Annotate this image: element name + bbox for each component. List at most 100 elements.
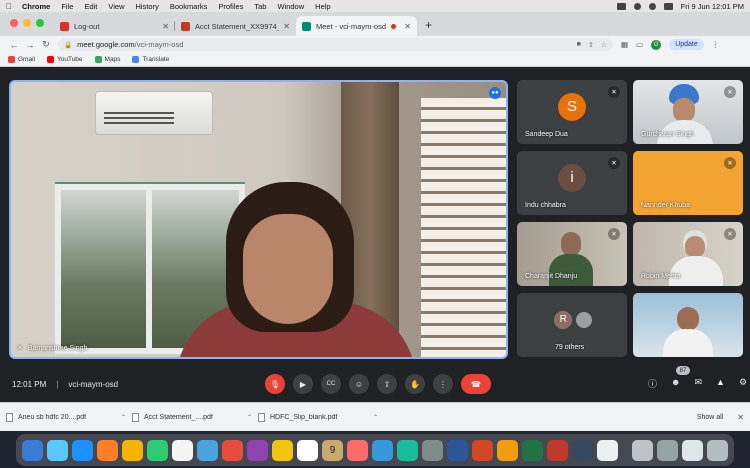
bookmark-youtube[interactable]: YouTube bbox=[46, 56, 83, 63]
menu-bookmarks[interactable]: Bookmarks bbox=[170, 2, 208, 11]
participant-tile[interactable]: ✕ Robin Mehta bbox=[633, 222, 743, 286]
tab-acct-statement[interactable]: Acct Statement_XX9974_0606 ✕ bbox=[175, 16, 296, 36]
dock-app-icon[interactable] bbox=[247, 439, 268, 461]
menu-window[interactable]: Window bbox=[277, 2, 304, 11]
dock-app-icon[interactable] bbox=[597, 439, 618, 461]
emoji-reaction-button[interactable]: ☺ bbox=[349, 374, 369, 394]
more-options-button[interactable]: ⋮ bbox=[433, 374, 453, 394]
dock-app-icon[interactable] bbox=[572, 439, 593, 461]
chevron-up-icon[interactable]: ⌃ bbox=[373, 414, 378, 421]
spotlight-icon[interactable] bbox=[648, 2, 656, 10]
menu-view[interactable]: View bbox=[108, 2, 124, 11]
download-item[interactable]: Acct Statement_....pdf ⌃ bbox=[132, 412, 258, 422]
dock-app-icon[interactable] bbox=[197, 439, 218, 461]
mic-toggle-button[interactable]: 🎙 bbox=[265, 374, 285, 394]
host-controls-icon[interactable]: ⚙ bbox=[739, 377, 747, 390]
bookmark-translate[interactable]: Translate bbox=[132, 56, 169, 63]
control-center-icon[interactable] bbox=[663, 2, 673, 10]
minimize-window-button[interactable] bbox=[23, 19, 31, 27]
dock-app-icon[interactable] bbox=[272, 439, 293, 461]
chrome-menu-icon[interactable]: ⋮ bbox=[712, 40, 720, 49]
captions-button[interactable]: CC bbox=[321, 374, 341, 394]
dock-app-icon[interactable] bbox=[547, 439, 568, 461]
dock-app-icon[interactable] bbox=[147, 439, 168, 461]
close-tab-icon[interactable]: ✕ bbox=[162, 22, 169, 31]
maximize-window-button[interactable] bbox=[36, 19, 44, 27]
dock-app-icon[interactable] bbox=[72, 439, 93, 461]
leave-call-button[interactable]: ☎ bbox=[461, 374, 491, 394]
participant-tile[interactable]: ✕ Charanjit Dhanju bbox=[517, 222, 627, 286]
participant-tile-others[interactable]: R 79 others bbox=[517, 293, 627, 357]
dock-app-icon[interactable] bbox=[122, 439, 143, 461]
wifi-icon[interactable] bbox=[633, 2, 641, 10]
dock-app-icon[interactable] bbox=[372, 439, 393, 461]
participant-tile[interactable]: S ✕ Sandeep Dua bbox=[517, 80, 627, 144]
participant-tile[interactable]: ✕ Gurcharan Singh bbox=[633, 80, 743, 144]
dock-app-icon[interactable] bbox=[222, 439, 243, 461]
forward-icon[interactable]: → bbox=[22, 40, 38, 50]
close-tab-icon[interactable]: ✕ bbox=[404, 22, 411, 31]
share-icon[interactable]: ⇧ bbox=[588, 41, 594, 49]
main-video-tile[interactable]: ●● ✕ Bamanshree Singh bbox=[9, 80, 508, 359]
lock-icon[interactable]: 🔒 bbox=[64, 41, 72, 49]
close-window-button[interactable] bbox=[10, 19, 18, 27]
menu-profiles[interactable]: Profiles bbox=[218, 2, 243, 11]
bookmark-maps[interactable]: Maps bbox=[94, 56, 120, 63]
dock-app-icon[interactable] bbox=[22, 439, 43, 461]
raise-hand-button[interactable]: ✋ bbox=[405, 374, 425, 394]
dock-app-icon[interactable] bbox=[47, 439, 68, 461]
address-bar[interactable]: 🔒 meet.google.com/vci-maym-osd ■ ⇧ ☆ bbox=[58, 38, 613, 51]
dock-app-icon[interactable] bbox=[707, 439, 728, 461]
meeting-code[interactable]: vci-maym-osd bbox=[68, 380, 118, 389]
participant-tile[interactable]: i ✕ Indu chhabra bbox=[517, 151, 627, 215]
dock-app-icon[interactable] bbox=[472, 439, 493, 461]
dock-app-icon[interactable] bbox=[297, 439, 318, 461]
close-downloads-icon[interactable]: ✕ bbox=[737, 413, 744, 422]
chevron-up-icon[interactable]: ⌃ bbox=[121, 414, 126, 421]
menu-tab[interactable]: Tab bbox=[254, 2, 266, 11]
dock-app-icon[interactable] bbox=[172, 439, 193, 461]
participant-tile[interactable]: ✕ Narinder Khuba bbox=[633, 151, 743, 215]
extensions-icon[interactable]: ▦ bbox=[621, 40, 628, 49]
menu-help[interactable]: Help bbox=[315, 2, 330, 11]
dock-app-icon[interactable] bbox=[422, 439, 443, 461]
apple-icon[interactable]:  bbox=[6, 2, 12, 11]
profile-avatar[interactable]: G bbox=[651, 39, 662, 50]
download-item[interactable]: Aneu sb hdfc 20....pdf ⌃ bbox=[6, 412, 132, 422]
camera-toggle-button[interactable]: ▶ bbox=[293, 374, 313, 394]
new-tab-button[interactable]: + bbox=[417, 18, 440, 36]
menu-edit[interactable]: Edit bbox=[84, 2, 97, 11]
dock-app-icon[interactable] bbox=[347, 439, 368, 461]
back-icon[interactable]: ← bbox=[6, 40, 22, 50]
download-item[interactable]: HDFC_Slip_blank.pdf ⌃ bbox=[258, 412, 384, 422]
menu-app-name[interactable]: Chrome bbox=[22, 2, 50, 11]
dock-app-icon[interactable] bbox=[397, 439, 418, 461]
dock-app-icon[interactable] bbox=[497, 439, 518, 461]
menu-file[interactable]: File bbox=[61, 2, 73, 11]
battery-icon[interactable] bbox=[616, 2, 626, 10]
close-tab-icon[interactable]: ✕ bbox=[283, 22, 290, 31]
dock-app-icon[interactable] bbox=[632, 439, 653, 461]
dock-app-icon[interactable] bbox=[682, 439, 703, 461]
sidepanel-icon[interactable]: ▭ bbox=[636, 40, 643, 49]
menu-history[interactable]: History bbox=[136, 2, 159, 11]
meeting-details-icon[interactable]: ⓘ bbox=[648, 377, 657, 390]
activities-icon[interactable]: ▲ bbox=[716, 377, 725, 390]
show-all-downloads-link[interactable]: Show all bbox=[697, 414, 723, 421]
bookmark-gmail[interactable]: Gmail bbox=[8, 56, 35, 63]
dock-app-icon[interactable] bbox=[522, 439, 543, 461]
reload-icon[interactable]: ↻ bbox=[38, 39, 54, 50]
dock-app-icon[interactable] bbox=[97, 439, 118, 461]
camera-in-use-icon[interactable]: ■ bbox=[577, 41, 581, 49]
tab-meet[interactable]: Meet - vci-maym-osd ✕ bbox=[296, 16, 417, 36]
chat-icon[interactable]: ✉ bbox=[695, 377, 703, 390]
update-button[interactable]: Update bbox=[669, 39, 704, 50]
chevron-up-icon[interactable]: ⌃ bbox=[247, 414, 252, 421]
bookmark-star-icon[interactable]: ☆ bbox=[601, 41, 607, 49]
calendar-app-icon[interactable]: 9 bbox=[322, 439, 343, 461]
tab-log-out[interactable]: Log-out ✕ bbox=[54, 16, 175, 36]
dock-app-icon[interactable] bbox=[657, 439, 678, 461]
people-icon[interactable]: ☻ bbox=[671, 377, 680, 390]
dock-app-icon[interactable] bbox=[447, 439, 468, 461]
present-screen-button[interactable]: ⇧ bbox=[377, 374, 397, 394]
